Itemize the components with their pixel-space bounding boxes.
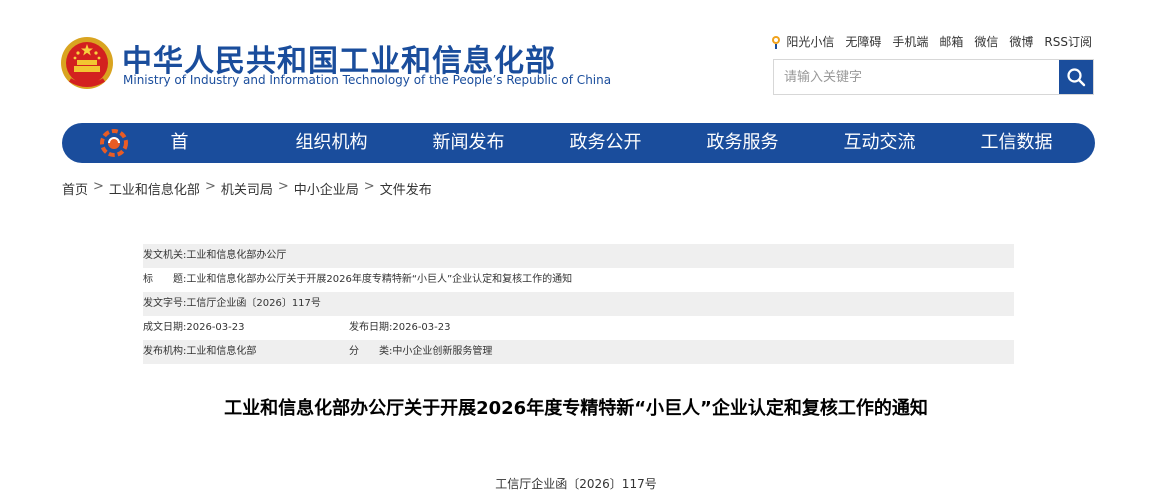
toplink-mail[interactable]: 邮箱: [939, 33, 963, 50]
meta-category: 中小企业创新服务管理: [392, 346, 493, 357]
meta-agency: 工业和信息化部: [186, 346, 257, 357]
document-number: 工信厅企业函〔2026〕117号: [495, 477, 657, 491]
meta-label: 发布日期:: [349, 322, 393, 333]
meta-row-title: 标 题:工业和信息化部办公厅关于开展2026年度专精特新“小巨人”企业认定和复核…: [143, 268, 1014, 292]
toplink-label: 阳光小信: [786, 35, 835, 49]
search-box: [773, 59, 1094, 95]
toplink-wechat[interactable]: 微信: [974, 33, 998, 50]
meta-created-date: 2026-03-23: [186, 322, 245, 333]
breadcrumb-home[interactable]: 首页: [62, 179, 88, 198]
breadcrumb: 首页 > 工业和信息化部 > 机关司局 > 中小企业局 > 文件发布: [62, 179, 432, 198]
meta-label: 分 类:: [349, 346, 393, 357]
meta-label: 发文字号:: [143, 298, 187, 309]
search-icon: [1067, 68, 1086, 87]
meta-label: 成文日期:: [143, 322, 187, 333]
nav-item-home[interactable]: 首页: [162, 123, 197, 193]
meta-row-issuer: 发文机关:工业和信息化部办公厅: [143, 244, 1014, 268]
document-title: 工业和信息化部办公厅关于开展2026年度专精特新“小巨人”企业认定和复核工作的通…: [224, 398, 928, 419]
national-emblem-icon[interactable]: [60, 36, 114, 90]
breadcrumb-separator: >: [204, 179, 216, 194]
nav-item-organization[interactable]: 组织机构: [263, 123, 400, 163]
nav-item-news[interactable]: 新闻发布: [400, 123, 537, 163]
meta-row-agency: 发布机构:工业和信息化部 分 类:中小企业创新服务管理: [143, 340, 1014, 364]
toplink-weibo[interactable]: 微博: [1009, 33, 1033, 50]
meta-row-dates: 成文日期:2026-03-23 发布日期:2026-03-23: [143, 316, 1014, 340]
breadcrumb-departments[interactable]: 机关司局: [221, 179, 273, 198]
site-subtitle: Ministry of Industry and Information Tec…: [123, 73, 612, 87]
breadcrumb-ministry[interactable]: 工业和信息化部: [109, 179, 200, 198]
toplink-accessibility[interactable]: 无障碍: [845, 33, 881, 50]
breadcrumb-separator: >: [277, 179, 289, 194]
nav-item-data[interactable]: 工信数据: [948, 123, 1085, 163]
meta-label: 发文机关:: [143, 250, 187, 261]
nav-logo-icon[interactable]: [100, 129, 128, 157]
search-input[interactable]: [774, 60, 1059, 94]
meta-title: 工业和信息化部办公厅关于开展2026年度专精特新“小巨人”企业认定和复核工作的通…: [186, 274, 573, 285]
meta-published-date: 2026-03-23: [392, 322, 451, 333]
breadcrumb-documents[interactable]: 文件发布: [380, 179, 432, 198]
meta-row-docno: 发文字号:工信厅企业函〔2026〕117号: [143, 292, 1014, 316]
meta-label: 发布机构:: [143, 346, 187, 357]
breadcrumb-separator: >: [363, 179, 375, 194]
nav-item-gov-affairs[interactable]: 政务公开: [537, 123, 674, 163]
search-button[interactable]: [1059, 60, 1093, 94]
top-links: 阳光小信 无障碍 手机端 邮箱 微信 微博 RSS订阅: [770, 33, 1092, 50]
nav-item-interaction[interactable]: 互动交流: [811, 123, 948, 163]
meta-docno: 工信厅企业函〔2026〕117号: [186, 298, 321, 309]
document-meta-table: 发文机关:工业和信息化部办公厅 标 题:工业和信息化部办公厅关于开展2026年度…: [143, 244, 1014, 364]
meta-label: 标 题:: [143, 274, 187, 285]
main-nav: 首页 组织机构 新闻发布 政务公开 政务服务 互动交流 工信数据: [62, 123, 1095, 193]
nav-item-gov-services[interactable]: 政务服务: [674, 123, 811, 163]
toplink-mobile[interactable]: 手机端: [892, 33, 928, 50]
breadcrumb-sme-bureau[interactable]: 中小企业局: [294, 179, 359, 198]
meta-issuer: 工业和信息化部办公厅: [186, 250, 287, 261]
site-header: 中华人民共和国工业和信息化部 Ministry of Industry and …: [0, 0, 1152, 120]
toplink-rss[interactable]: RSS订阅: [1044, 33, 1092, 50]
toplink-sunshine[interactable]: 阳光小信: [770, 33, 834, 50]
sun-icon: [772, 35, 781, 49]
breadcrumb-separator: >: [93, 179, 104, 194]
